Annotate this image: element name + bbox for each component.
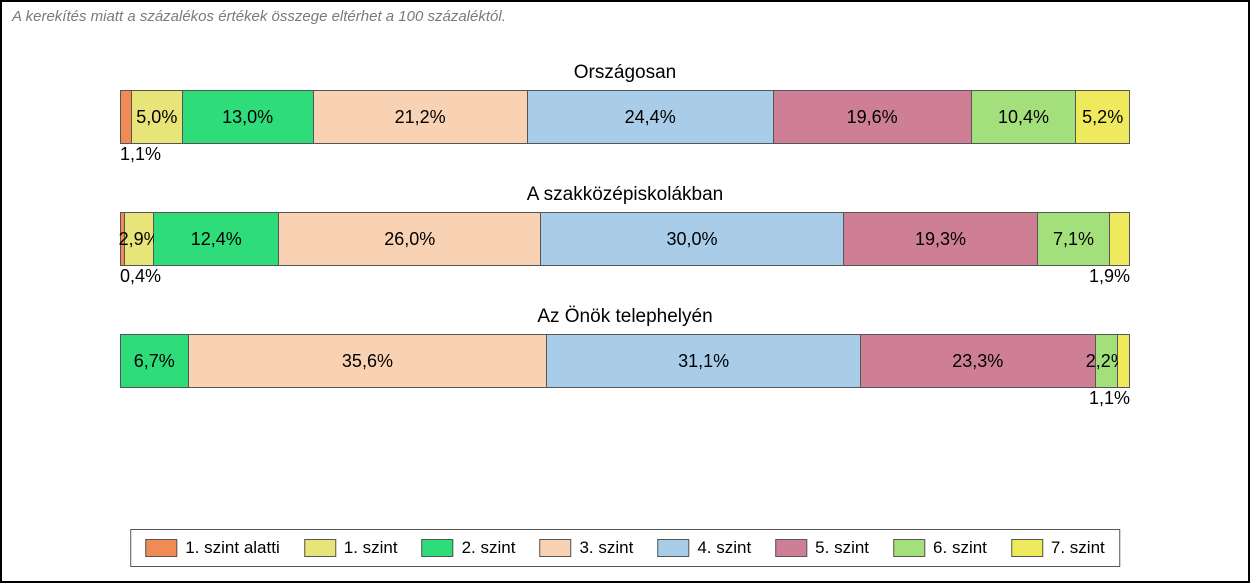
chart-frame: A kerekítés miatt a százalékos értékek ö…	[0, 0, 1250, 583]
chart-row: Országosan5,0%13,0%21,2%24,4%19,6%10,4%5…	[2, 62, 1248, 168]
legend-item: 5. szint	[775, 538, 869, 558]
below-labels: 1,1%	[120, 388, 1130, 412]
legend-label: 1. szint alatti	[185, 538, 280, 558]
segment-label: 10,4%	[998, 107, 1049, 128]
bar-segment: 13,0%	[183, 91, 314, 143]
bar-shell: 6,7% 35,6% 31,1% 23,3% 2,2%1,1%	[120, 334, 1130, 412]
legend-swatch	[775, 539, 807, 557]
bar-segment: 24,4%	[528, 91, 774, 143]
bar-segment: 6,7%	[121, 335, 189, 387]
legend-item: 3. szint	[539, 538, 633, 558]
bar-segment	[1118, 335, 1129, 387]
segment-label: 12,4%	[191, 229, 242, 250]
row-title: Az Önök telephelyén	[2, 306, 1248, 328]
bar-shell: 2,9% 12,4% 26,0% 30,0% 19,3% 7,1% 0,4% 1,9%	[120, 212, 1130, 290]
rounding-note: A kerekítés miatt a százalékos értékek ö…	[2, 2, 1248, 25]
bar-segment: 35,6%	[189, 335, 548, 387]
chart-row: Az Önök telephelyén 6,7% 35,6% 31,1% 23,3% 2,…	[2, 306, 1248, 412]
segment-label: 5,0%	[136, 107, 177, 128]
stacked-bar: 2,9% 12,4% 26,0% 30,0% 19,3% 7,1%	[120, 212, 1130, 266]
bar-segment: 5,0%	[132, 91, 182, 143]
legend-label: 5. szint	[815, 538, 869, 558]
bar-segment: 2,2%	[1096, 335, 1118, 387]
bar-segment: 19,3%	[844, 213, 1039, 265]
legend-label: 2. szint	[462, 538, 516, 558]
legend-item: 1. szint alatti	[145, 538, 280, 558]
bar-segment: 5,2%	[1076, 91, 1128, 143]
segment-label: 13,0%	[222, 107, 273, 128]
below-left-label: 0,4%	[120, 266, 161, 287]
segment-label: 23,3%	[952, 351, 1003, 372]
segment-label: 5,2%	[1082, 107, 1123, 128]
below-labels: 0,4% 1,9%	[120, 266, 1130, 290]
segment-label: 31,1%	[678, 351, 729, 372]
legend-label: 1. szint	[344, 538, 398, 558]
segment-label: 30,0%	[666, 229, 717, 250]
chart-row: A szakközépiskolákban 2,9% 12,4% 26,0% 30,0%…	[2, 184, 1248, 290]
legend-item: 2. szint	[422, 538, 516, 558]
legend-item: 4. szint	[657, 538, 751, 558]
legend-label: 4. szint	[697, 538, 751, 558]
segment-label: 24,4%	[625, 107, 676, 128]
bar-segment	[1110, 213, 1129, 265]
legend: 1. szint alatti 1. szint 2. szint 3. szint 4…	[130, 529, 1120, 567]
legend-item: 7. szint	[1011, 538, 1105, 558]
row-title: A szakközépiskolákban	[2, 184, 1248, 206]
segment-label: 26,0%	[384, 229, 435, 250]
segment-label: 7,1%	[1053, 229, 1094, 250]
bar-shell: 5,0% 13,0% 21,2% 24,4% 19,6% 10,4% 5,2% 1,1%	[120, 90, 1130, 168]
legend-item: 6. szint	[893, 538, 987, 558]
bar-segment: 10,4%	[972, 91, 1077, 143]
segment-label: 19,3%	[915, 229, 966, 250]
legend-label: 6. szint	[933, 538, 987, 558]
legend-label: 3. szint	[579, 538, 633, 558]
stacked-bar: 6,7% 35,6% 31,1% 23,3% 2,2%	[120, 334, 1130, 388]
bar-segment: 2,9%	[125, 213, 154, 265]
chart-area: Országosan5,0%13,0%21,2%24,4%19,6%10,4%5…	[2, 62, 1248, 428]
below-labels: 1,1%	[120, 144, 1130, 168]
legend-swatch	[1011, 539, 1043, 557]
legend-swatch	[422, 539, 454, 557]
bar-segment: 26,0%	[279, 213, 541, 265]
below-right-label: 1,1%	[1089, 388, 1130, 409]
legend-swatch	[657, 539, 689, 557]
segment-label: 6,7%	[134, 351, 175, 372]
bar-segment	[121, 91, 132, 143]
bar-segment: 21,2%	[314, 91, 528, 143]
bar-segment: 19,6%	[774, 91, 972, 143]
bar-segment: 30,0%	[541, 213, 843, 265]
legend-swatch	[539, 539, 571, 557]
stacked-bar: 5,0% 13,0% 21,2% 24,4% 19,6% 10,4% 5,2%	[120, 90, 1130, 144]
below-right-label: 1,9%	[1089, 266, 1130, 287]
legend-swatch	[304, 539, 336, 557]
segment-label: 35,6%	[342, 351, 393, 372]
bar-segment: 7,1%	[1038, 213, 1110, 265]
segment-label: 21,2%	[395, 107, 446, 128]
segment-label: 19,6%	[847, 107, 898, 128]
legend-swatch	[893, 539, 925, 557]
bar-segment: 12,4%	[154, 213, 279, 265]
row-title: Országosan	[2, 62, 1248, 84]
legend-label: 7. szint	[1051, 538, 1105, 558]
legend-swatch	[145, 539, 177, 557]
legend-item: 1. szint	[304, 538, 398, 558]
bar-segment: 23,3%	[861, 335, 1096, 387]
bar-segment: 31,1%	[547, 335, 860, 387]
below-left-label: 1,1%	[120, 144, 161, 165]
